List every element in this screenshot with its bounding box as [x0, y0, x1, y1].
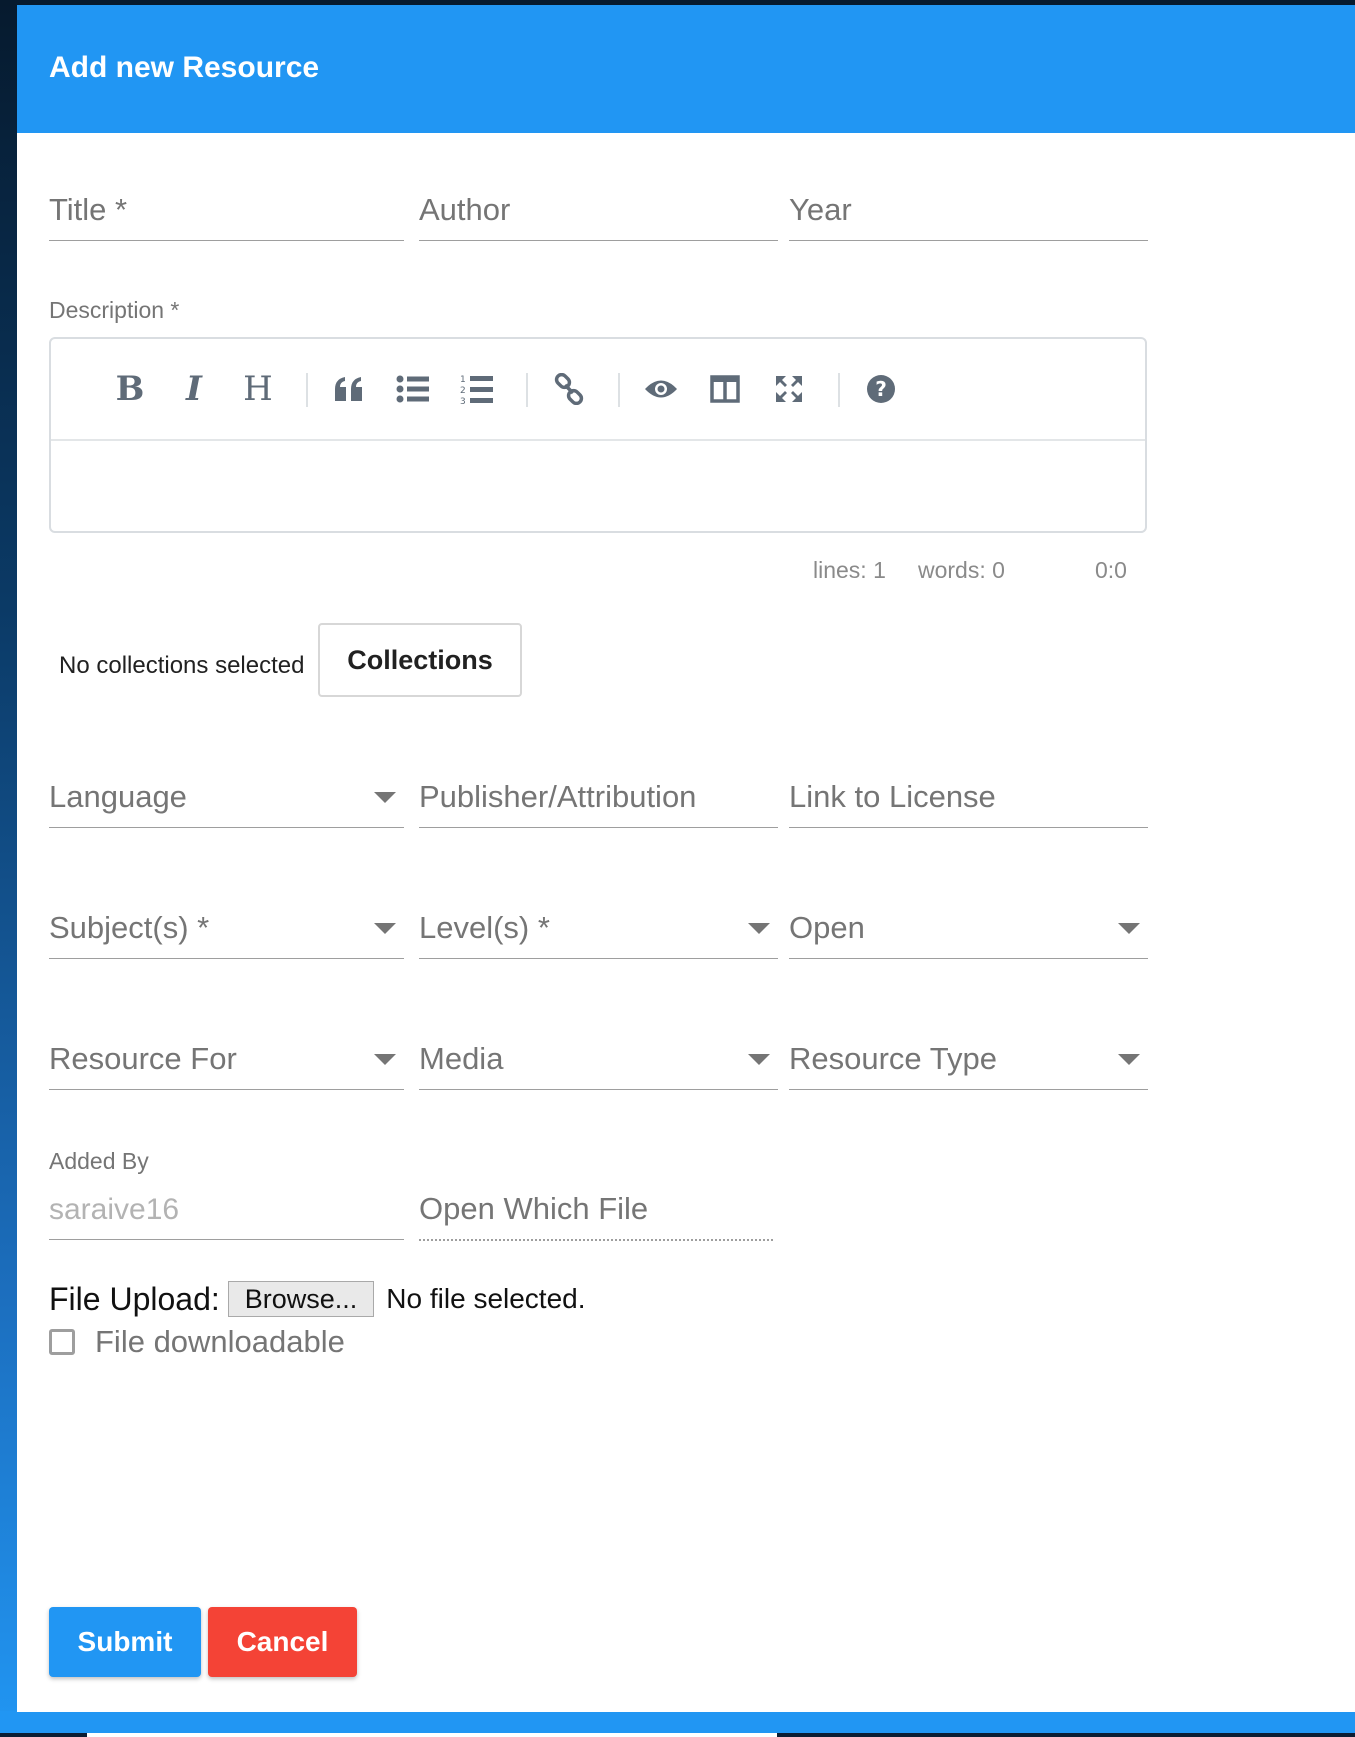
media-placeholder: Media [419, 1041, 504, 1076]
editor-cursor-position: 0:0 [1095, 557, 1127, 583]
publisher-placeholder: Publisher/Attribution [419, 779, 697, 814]
added-by-value: saraive16 [49, 1193, 180, 1226]
file-downloadable-row: File downloadable [49, 1324, 345, 1360]
open-select[interactable]: Open [789, 908, 1148, 959]
unordered-list-icon[interactable] [389, 365, 437, 413]
publisher-input[interactable]: Publisher/Attribution [419, 777, 778, 828]
chevron-down-icon [748, 1054, 770, 1065]
language-select[interactable]: Language [49, 777, 404, 828]
author-placeholder: Author [419, 192, 511, 227]
open-which-file-placeholder: Open Which File [419, 1191, 649, 1226]
collections-button[interactable]: Collections [318, 623, 522, 697]
chevron-down-icon [1118, 1054, 1140, 1065]
file-upload-status: No file selected. [386, 1283, 586, 1314]
chevron-down-icon [374, 1054, 396, 1065]
levels-select[interactable]: Level(s) * [419, 908, 778, 959]
toolbar-separator [306, 373, 308, 407]
link-icon[interactable] [545, 365, 593, 413]
side-by-side-icon[interactable] [701, 365, 749, 413]
resource-for-placeholder: Resource For [49, 1041, 237, 1076]
license-input[interactable]: Link to License [789, 777, 1148, 828]
file-downloadable-label[interactable]: File downloadable [95, 1324, 345, 1360]
toolbar-separator [618, 373, 620, 407]
svg-text:2: 2 [460, 386, 466, 396]
open-placeholder: Open [789, 910, 865, 945]
chevron-down-icon [1118, 923, 1140, 934]
added-by-label: Added By [49, 1148, 149, 1174]
dialog-header: Add new Resource [17, 5, 1355, 133]
title-input[interactable]: Title * [49, 190, 404, 241]
resource-for-select[interactable]: Resource For [49, 1039, 404, 1090]
help-icon[interactable]: ? [857, 365, 905, 413]
chevron-down-icon [374, 923, 396, 934]
background-strip [0, 1733, 87, 1737]
toolbar-separator [838, 373, 840, 407]
background-bar [0, 1711, 1355, 1737]
add-resource-dialog: Add new Resource Title * Author Year Des… [17, 5, 1355, 1712]
fullscreen-icon[interactable] [765, 365, 813, 413]
year-input[interactable]: Year [789, 190, 1148, 241]
subjects-select[interactable]: Subject(s) * [49, 908, 404, 959]
quote-icon[interactable] [325, 365, 373, 413]
year-placeholder: Year [789, 192, 852, 227]
svg-text:?: ? [875, 377, 887, 401]
added-by-field: saraive16 [49, 1189, 404, 1240]
description-editor[interactable]: B I H 123 ? [49, 337, 1147, 533]
description-label: Description * [49, 297, 180, 323]
title-placeholder: Title * [49, 192, 128, 227]
media-select[interactable]: Media [419, 1039, 778, 1090]
file-downloadable-checkbox[interactable] [49, 1329, 75, 1355]
author-input[interactable]: Author [419, 190, 778, 241]
preview-icon[interactable] [637, 365, 685, 413]
open-which-file-input: Open Which File [419, 1189, 773, 1241]
dialog-title: Add new Resource [49, 51, 320, 84]
background-strip [87, 1733, 777, 1737]
ordered-list-icon[interactable]: 123 [453, 365, 501, 413]
heading-icon[interactable]: H [234, 365, 282, 413]
browse-button[interactable]: Browse... [227, 1281, 375, 1317]
submit-button[interactable]: Submit [49, 1607, 201, 1677]
subjects-placeholder: Subject(s) * [49, 910, 210, 945]
license-placeholder: Link to License [789, 779, 996, 814]
toolbar-separator [526, 373, 528, 407]
editor-words-count: words: 0 [918, 557, 1005, 583]
language-placeholder: Language [49, 779, 187, 814]
chevron-down-icon [748, 923, 770, 934]
cancel-button[interactable]: Cancel [208, 1607, 357, 1677]
resource-type-placeholder: Resource Type [789, 1041, 997, 1076]
collections-status: No collections selected [59, 652, 305, 679]
background-strip [777, 1733, 1355, 1737]
file-upload-label: File Upload: [49, 1280, 220, 1317]
italic-icon[interactable]: I [170, 365, 218, 413]
levels-placeholder: Level(s) * [419, 910, 550, 945]
editor-lines-count: lines: 1 [813, 557, 886, 583]
svg-text:1: 1 [460, 375, 466, 385]
editor-toolbar: B I H 123 ? [51, 339, 1145, 441]
svg-text:3: 3 [460, 397, 466, 405]
bold-icon[interactable]: B [106, 365, 154, 413]
chevron-down-icon [374, 792, 396, 803]
file-upload-row: File Upload: Browse... No file selected. [49, 1279, 586, 1319]
resource-type-select[interactable]: Resource Type [789, 1039, 1148, 1090]
